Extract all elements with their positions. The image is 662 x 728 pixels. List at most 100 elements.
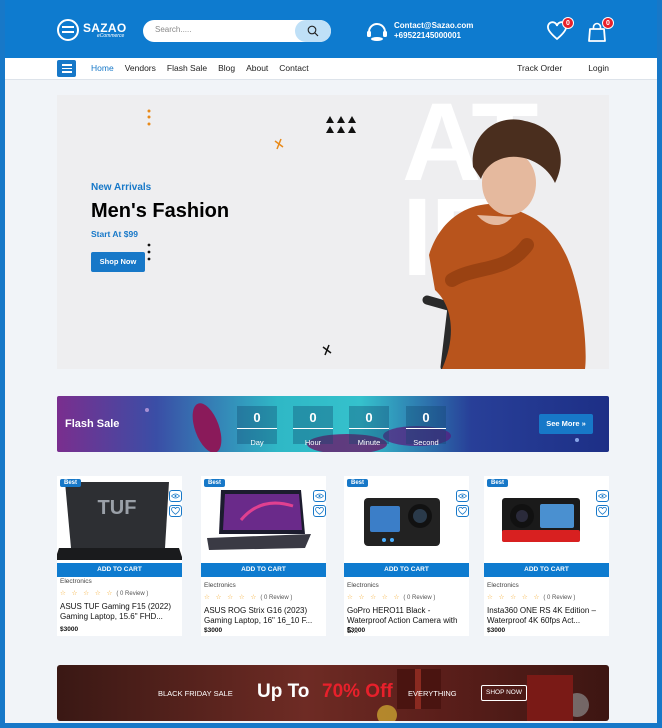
review-count: ( 0 Review )	[543, 595, 576, 601]
product-category[interactable]: Electronics	[204, 582, 236, 589]
product-name[interactable]: Insta360 ONE RS 4K Edition – Waterproof …	[487, 606, 609, 626]
best-badge: Best	[60, 479, 82, 487]
product-price: $3000	[60, 626, 79, 633]
hero-title: Men's Fashion	[91, 200, 230, 222]
product-card[interactable]: Best ADD TO CART Electronics ☆ ☆ ☆ ☆ ☆( …	[201, 476, 326, 636]
nav-links: Home Vendors Flash Sale Blog About Conta…	[91, 63, 320, 73]
review-count: ( 0 Review )	[116, 591, 149, 597]
countdown-minute: 0 Minute	[349, 406, 389, 447]
login-link[interactable]: Login	[588, 63, 609, 73]
product-card[interactable]: Best ADD TO CART Electronics ☆ ☆ ☆ ☆ ☆( …	[484, 476, 609, 636]
add-to-cart-button[interactable]: ADD TO CART	[57, 563, 182, 577]
product-image[interactable]: TUF	[57, 476, 182, 563]
see-more-button[interactable]: See More »	[539, 414, 593, 434]
track-order-link[interactable]: Track Order	[517, 63, 562, 73]
product-category[interactable]: Electronics	[487, 582, 519, 589]
search-icon	[307, 25, 319, 37]
product-rating: ☆ ☆ ☆ ☆ ☆( 0 Review )	[204, 593, 292, 601]
top-header: SAZAO eCommerce Contact@Sazao.com +69522…	[0, 0, 662, 58]
eye-icon[interactable]	[169, 490, 182, 502]
eye-icon[interactable]	[456, 490, 469, 502]
review-count: ( 0 Review )	[260, 595, 293, 601]
countdown-day-value: 0	[253, 410, 261, 425]
nav-flash-sale[interactable]: Flash Sale	[167, 63, 207, 73]
search-input[interactable]	[155, 25, 285, 34]
search-button[interactable]	[295, 20, 331, 42]
product-name[interactable]: ASUS TUF Gaming F15 (2022) Gaming Laptop…	[60, 602, 182, 622]
product-category[interactable]: Electronics	[60, 578, 92, 585]
countdown-second: 0 Second	[406, 406, 446, 447]
product-price: $3000	[487, 627, 506, 634]
countdown-hour-value: 0	[309, 410, 317, 425]
black-friday-banner: BLACK FRIDAY SALE Up To 70% Off EVERYTHI…	[57, 665, 609, 721]
add-to-cart-button[interactable]: ADD TO CART	[484, 563, 609, 577]
logo-subtitle: eCommerce	[97, 32, 125, 39]
eye-icon[interactable]	[313, 490, 326, 502]
product-card[interactable]: Best ADD TO CART Electronics ☆ ☆ ☆ ☆ ☆( …	[344, 476, 469, 636]
cart-button[interactable]: 0	[586, 17, 614, 43]
hero-price: Start At $99	[91, 229, 138, 239]
product-rating: ☆ ☆ ☆ ☆ ☆( 0 Review )	[487, 593, 575, 601]
hero-banner: ATIE New Arrivals Men's Fashion Start At…	[57, 95, 609, 369]
product-price: $3000	[347, 627, 366, 634]
countdown-day-label: Day	[250, 438, 264, 447]
cart-count-badge: 0	[602, 17, 614, 29]
nav-blog[interactable]: Blog	[218, 63, 235, 73]
product-category[interactable]: Electronics	[347, 582, 379, 589]
flash-sale-label: Flash Sale	[65, 418, 120, 430]
wishlist-icon[interactable]	[313, 505, 326, 517]
black-friday-label: BLACK FRIDAY SALE	[158, 689, 233, 698]
main-navbar: Home Vendors Flash Sale Blog About Conta…	[5, 58, 657, 80]
nav-home[interactable]: Home	[91, 63, 114, 73]
nav-about[interactable]: About	[246, 63, 268, 73]
product-rating: ☆ ☆ ☆ ☆ ☆( 0 Review )	[347, 593, 435, 601]
menu-icon[interactable]	[57, 60, 76, 77]
contact-phone[interactable]: +69522145000001	[394, 31, 473, 41]
add-to-cart-button[interactable]: ADD TO CART	[201, 563, 326, 577]
product-image[interactable]	[484, 476, 609, 563]
rating-stars: ☆ ☆ ☆ ☆ ☆	[204, 594, 259, 601]
product-image[interactable]	[344, 476, 469, 563]
wishlist-icon[interactable]	[596, 505, 609, 517]
shop-now-button[interactable]: Shop Now	[91, 252, 145, 272]
countdown-day: 0 Day	[237, 406, 277, 447]
review-count: ( 0 Review )	[403, 595, 436, 601]
product-image[interactable]	[201, 476, 326, 563]
best-badge: Best	[204, 479, 226, 487]
up-to-text: Up To	[257, 681, 310, 702]
headset-icon	[367, 23, 387, 41]
rating-stars: ☆ ☆ ☆ ☆ ☆	[347, 594, 402, 601]
product-card[interactable]: Best TUF ADD TO CART Electronics ☆ ☆ ☆ ☆…	[57, 476, 182, 636]
rating-stars: ☆ ☆ ☆ ☆ ☆	[60, 590, 115, 597]
wishlist-icon[interactable]	[169, 505, 182, 517]
countdown-hour-label: Hour	[304, 438, 322, 447]
countdown-hour: 0 Hour	[293, 406, 333, 447]
hero-decorations	[147, 109, 586, 369]
search-bar	[143, 20, 331, 42]
wishlist-count-badge: 0	[562, 17, 574, 29]
nav-contact[interactable]: Contact	[279, 63, 308, 73]
countdown-minute-value: 0	[365, 410, 373, 425]
contact-info: Contact@Sazao.com +69522145000001	[366, 21, 473, 41]
hero-tag: New Arrivals	[91, 182, 152, 193]
shop-now-banner-button[interactable]: SHOP NOW	[481, 685, 527, 701]
site-logo[interactable]: SAZAO eCommerce	[57, 19, 127, 41]
product-name[interactable]: GoPro HERO11 Black - Waterproof Action C…	[347, 606, 469, 636]
flash-decorations	[145, 403, 579, 452]
rating-stars: ☆ ☆ ☆ ☆ ☆	[487, 594, 542, 601]
eye-icon[interactable]	[596, 490, 609, 502]
countdown-second-value: 0	[422, 410, 430, 425]
countdown-second-label: Second	[413, 438, 439, 447]
wishlist-button[interactable]: 0	[546, 17, 574, 43]
product-name[interactable]: ASUS ROG Strix G16 (2023) Gaming Laptop,…	[204, 606, 326, 626]
logo-name: SAZAO	[83, 20, 127, 35]
countdown-minute-label: Minute	[357, 438, 381, 447]
nav-vendors[interactable]: Vendors	[125, 63, 156, 73]
product-price: $3000	[204, 627, 223, 634]
wishlist-icon[interactable]	[456, 505, 469, 517]
tuf-logo-text: TUF	[98, 497, 137, 519]
contact-email[interactable]: Contact@Sazao.com	[394, 21, 473, 31]
add-to-cart-button[interactable]: ADD TO CART	[344, 563, 469, 577]
best-badge: Best	[347, 479, 369, 487]
everything-text: EVERYTHING	[408, 689, 457, 698]
